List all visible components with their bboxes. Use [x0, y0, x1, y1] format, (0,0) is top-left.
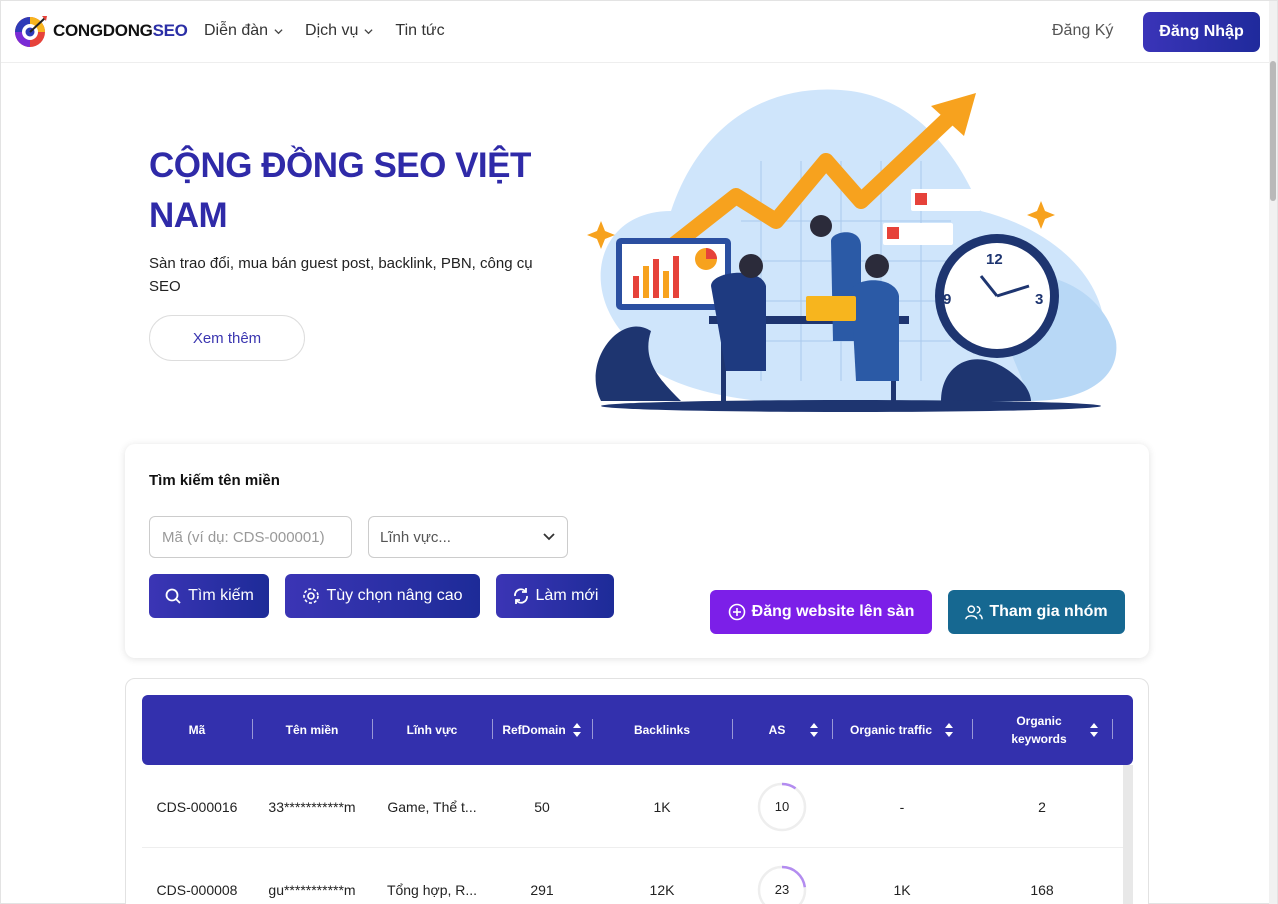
hero-description: Sàn trao đổi, mua bán guest post, backli…: [149, 255, 533, 295]
nav-services-label: Dịch vụ: [305, 22, 359, 39]
advanced-options-label: Tùy chọn nâng cao: [326, 587, 463, 604]
code-search-input[interactable]: [149, 516, 352, 558]
search-button[interactable]: Tìm kiếm: [149, 574, 269, 618]
main-nav: Diễn đàn Dịch vụ Tin tức: [204, 22, 445, 40]
nav-services[interactable]: Dịch vụ: [305, 22, 373, 40]
column-header-organic-keywords[interactable]: Organic keywords: [972, 695, 1112, 765]
clock-number-three: 3: [1035, 291, 1043, 308]
cell-backlinks: 1K: [653, 798, 671, 815]
field-select[interactable]: Lĩnh vực...: [368, 516, 568, 558]
as-score-value: 23: [774, 882, 790, 897]
cell-refdomain: 50: [534, 798, 550, 815]
field-select-placeholder: Lĩnh vực...: [380, 528, 451, 546]
hero-title: CỘNG ĐỒNG SEO VIỆT NAM: [149, 146, 531, 235]
users-icon: [965, 605, 984, 620]
cell-domain: 33***********m: [268, 798, 356, 815]
cell-organic-keywords: 2: [1038, 798, 1046, 815]
column-header-as[interactable]: AS: [732, 695, 832, 765]
post-website-button[interactable]: Đăng website lên sàn: [710, 590, 932, 634]
sort-icon: [810, 723, 819, 737]
sort-icon: [572, 723, 581, 737]
sort-icon: [1090, 723, 1098, 737]
logo-target-icon: [15, 16, 47, 47]
login-button[interactable]: Đăng Nhập: [1143, 12, 1260, 52]
gear-icon: [303, 588, 320, 604]
search-title: Tìm kiếm tên miền: [149, 472, 280, 489]
column-header-backlinks: Backlinks: [633, 723, 691, 737]
hero-illustration: 12 3 9: [587, 89, 1117, 412]
domain-search-panel: Tìm kiếm tên miền Lĩnh vực... Tìm kiếm T…: [125, 444, 1149, 658]
join-group-label: Tham gia nhóm: [989, 603, 1108, 620]
search-button-label: Tìm kiếm: [188, 587, 254, 604]
refresh-button[interactable]: Làm mới: [496, 574, 614, 618]
column-header-code: Mã: [188, 723, 206, 737]
column-header-domain: Tên miền: [285, 723, 339, 737]
join-group-button[interactable]: Tham gia nhóm: [948, 590, 1125, 634]
as-score-ring: 10: [757, 782, 807, 832]
chevron-down-icon: [274, 28, 283, 34]
cell-backlinks: 12K: [649, 881, 675, 898]
cell-as: 23: [732, 848, 832, 904]
cell-domain: gu***********m: [268, 881, 356, 898]
cell-code: CDS-000008: [156, 881, 238, 898]
refresh-icon: [513, 588, 528, 604]
table-row[interactable]: CDS-000016 33***********m Game, Thể t...…: [142, 765, 1123, 848]
clock-number-nine: 9: [943, 291, 951, 308]
chevron-down-icon: [543, 533, 555, 541]
column-header-organic-traffic[interactable]: Organic traffic: [832, 695, 972, 765]
cell-organic-traffic: 1K: [893, 881, 911, 898]
cell-organic-keywords: 168: [1030, 881, 1054, 898]
nav-news-label: Tin tức: [395, 22, 445, 39]
column-header-refdomain[interactable]: RefDomain: [492, 695, 592, 765]
see-more-button[interactable]: Xem thêm: [149, 315, 305, 361]
sort-icon: [945, 723, 954, 737]
scrollbar-thumb[interactable]: [1270, 61, 1276, 201]
page-scrollbar[interactable]: [1269, 1, 1277, 904]
top-header: CONGDONGSEO Diễn đàn Dịch vụ Tin tức Đăn…: [1, 1, 1271, 63]
clock-number-twelve: 12: [986, 251, 1003, 268]
cell-organic-traffic: -: [899, 798, 905, 815]
chevron-down-icon: [364, 28, 373, 34]
post-website-label: Đăng website lên sàn: [751, 603, 915, 620]
cell-as: 10: [732, 765, 832, 848]
search-icon: [165, 588, 181, 604]
plus-circle-icon: [728, 603, 745, 621]
site-logo[interactable]: CONGDONGSEO: [13, 13, 188, 49]
table-header: Mã Tên miền Lĩnh vực RefDomain Backlinks…: [142, 695, 1133, 765]
nav-forum-label: Diễn đàn: [204, 22, 269, 39]
cell-code: CDS-000016: [156, 798, 238, 815]
as-score-ring: 23: [757, 865, 807, 904]
table-scrollbar[interactable]: [1123, 765, 1133, 904]
cell-field: Game, Thể t...: [387, 798, 477, 815]
nav-news[interactable]: Tin tức: [395, 22, 444, 40]
cell-refdomain: 291: [530, 881, 554, 898]
table-row[interactable]: CDS-000008 gu***********m Tổng hợp, R...…: [142, 848, 1123, 904]
as-score-value: 10: [774, 799, 790, 814]
refresh-button-label: Làm mới: [535, 587, 599, 604]
signup-link[interactable]: Đăng Ký: [1052, 22, 1113, 40]
advanced-options-button[interactable]: Tùy chọn nâng cao: [285, 574, 480, 618]
nav-forum[interactable]: Diễn đàn: [204, 22, 283, 40]
logo-text: CONGDONGSEO: [53, 21, 188, 40]
column-header-field: Lĩnh vực: [406, 723, 458, 737]
domain-table: Mã Tên miền Lĩnh vực RefDomain Backlinks…: [125, 678, 1149, 904]
cell-field: Tổng hợp, R...: [386, 881, 478, 898]
